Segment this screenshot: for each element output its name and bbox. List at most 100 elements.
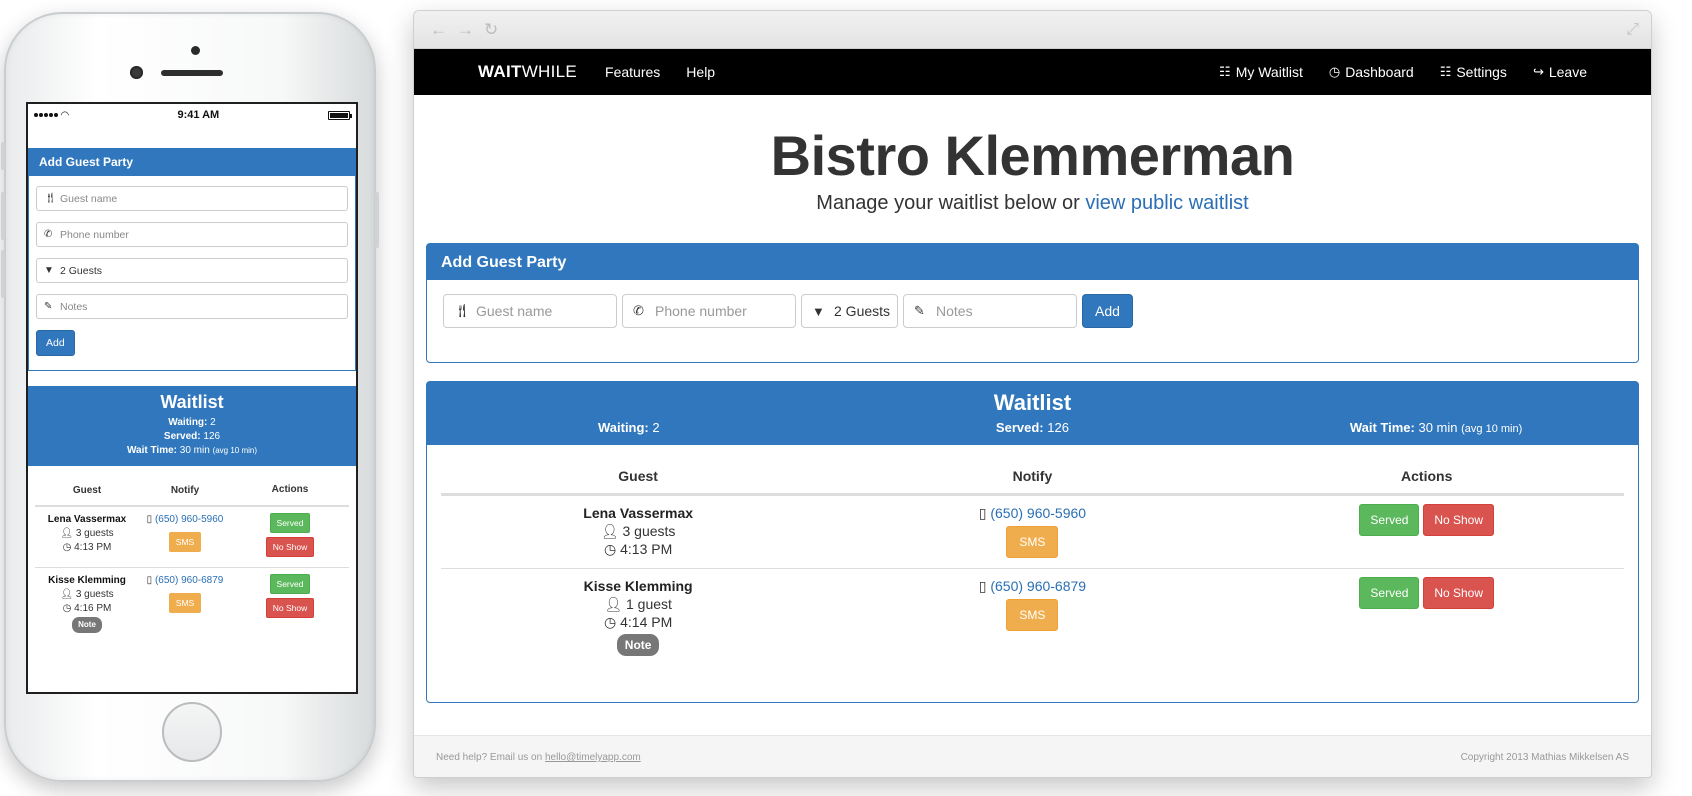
reload-icon[interactable]: ↻ <box>484 20 498 40</box>
no-show-button[interactable]: No Show <box>1423 577 1495 609</box>
phone-mute-switch <box>1 142 5 170</box>
notes-input[interactable]: ✎ Notes <box>903 294 1077 328</box>
notes-placeholder: Notes <box>936 303 973 319</box>
guest-name-placeholder: Guest name <box>476 303 553 319</box>
phone-link[interactable]: (650) 960-5960 <box>155 514 223 525</box>
nav-my-waitlist-label: My Waitlist <box>1235 64 1303 80</box>
footer-help-text: Need help? Email us on <box>436 752 543 763</box>
caret-down-icon: ▼ <box>44 265 54 276</box>
mobile-divider <box>28 370 356 386</box>
signal-dots-icon <box>34 113 58 117</box>
table-row: Lena Vassermax 👤︎ 3 guests ◷ 4:13 PM ▯ (… <box>441 495 1624 568</box>
forward-arrow-icon[interactable]: → <box>457 20 474 40</box>
clock-icon: ◷ <box>62 542 72 553</box>
guest-name: Kisse Klemming <box>48 575 126 586</box>
stage: ◠ 9:41 AM Add Guest Party 🍴︎ Guest name … <box>0 0 1692 796</box>
phone-device: ◠ 9:41 AM Add Guest Party 🍴︎ Guest name … <box>1 12 379 782</box>
add-guest-panel: Add Guest Party 🍴︎ Guest name ✆ Phone nu… <box>426 243 1639 363</box>
served-button[interactable]: Served <box>269 574 311 594</box>
served-stat: Served: 126 <box>831 420 1235 435</box>
nav-my-waitlist[interactable]: ☷ My Waitlist <box>1219 64 1303 80</box>
nav-leave-label: Leave <box>1548 64 1587 80</box>
brand-rest: WHILE <box>521 62 578 81</box>
nav-leave[interactable]: ↪ Leave <box>1533 64 1587 80</box>
add-button[interactable]: Add <box>1082 294 1133 328</box>
served-button[interactable]: Served <box>1359 577 1420 609</box>
logout-icon: ↪ <box>1532 64 1544 79</box>
add-guest-form: 🍴︎ Guest name ✆ Phone number ▼ 2 Guests … <box>427 280 1638 362</box>
user-icon: 👤︎ <box>604 596 623 612</box>
no-show-button[interactable]: No Show <box>265 598 315 618</box>
sms-button[interactable]: SMS <box>168 593 202 613</box>
no-show-button[interactable]: No Show <box>1423 504 1495 536</box>
mobile-waiting-stat: Waiting: 2 <box>28 416 356 430</box>
mobile-phone-icon: ▯ <box>978 505 987 521</box>
mobile-phone-icon: ▯ <box>146 575 153 586</box>
served-button[interactable]: Served <box>269 513 311 533</box>
mobile-served-label: Served: <box>163 431 201 442</box>
phone-link[interactable]: (650) 960-6879 <box>155 575 223 586</box>
mobile-wait-time-stat: Wait Time: 30 min (avg 10 min) <box>28 444 356 458</box>
back-arrow-icon[interactable]: ← <box>430 20 447 40</box>
mobile-table-header: Guest Notify Actions <box>35 466 349 506</box>
phone-power-button <box>375 192 379 248</box>
phone-number-input[interactable]: ✆ Phone number <box>622 294 796 328</box>
phone-link[interactable]: (650) 960-6879 <box>990 578 1086 594</box>
subtitle-text: Manage your waitlist below or <box>816 192 1080 214</box>
browser-window: ← → ↻ ⤢ WAITWHILE Features Help ☷ My Wait… <box>413 10 1652 778</box>
brand-logo[interactable]: WAITWHILE <box>478 62 577 82</box>
guest-count-text: 3 guests <box>75 589 114 600</box>
mobile-add-button[interactable]: Add <box>36 330 75 356</box>
mobile-phone-placeholder: Phone number <box>60 228 129 241</box>
mobile-notes-input[interactable]: ✎ Notes <box>36 294 348 319</box>
phone-link[interactable]: (650) 960-5960 <box>990 505 1086 521</box>
mobile-wait-time-value: 30 min <box>179 445 210 456</box>
guest-count-text: 1 guest <box>626 596 672 612</box>
signal-indicator: ◠ <box>34 110 69 121</box>
guest-name: Lena Vassermax <box>47 514 127 525</box>
user-icon: 👤︎ <box>60 589 74 600</box>
footer-help: Need help? Email us on hello@timelyapp.c… <box>436 752 641 763</box>
expand-icon[interactable]: ⤢ <box>1626 21 1639 39</box>
list-icon: ☷ <box>1219 64 1231 79</box>
notify-cell: ▯ (650) 960-6879 SMS <box>835 577 1229 656</box>
note-badge[interactable]: Note <box>72 617 102 633</box>
nav-help[interactable]: Help <box>686 64 715 80</box>
mobile-waitlist-title: Waitlist <box>160 392 224 412</box>
browser-nav-controls: ← → ↻ <box>430 20 498 40</box>
mobile-phone-input[interactable]: ✆ Phone number <box>36 222 348 247</box>
mobile-waiting-value: 2 <box>210 417 216 428</box>
waiting-label: Waiting: <box>597 420 649 435</box>
mobile-party-size-value: 2 Guests <box>60 264 103 277</box>
guest-count: 👤︎ 3 guests <box>35 527 139 541</box>
nav-features[interactable]: Features <box>605 64 660 80</box>
note-badge[interactable]: Note <box>616 634 660 656</box>
sms-button[interactable]: SMS <box>168 532 202 552</box>
mobile-notes-placeholder: Notes <box>60 300 88 313</box>
mobile-party-size-select[interactable]: ▼ 2 Guests <box>36 258 348 283</box>
party-size-select[interactable]: ▼ 2 Guests <box>801 294 898 328</box>
phone-number-placeholder: Phone number <box>655 303 747 319</box>
nav-dashboard[interactable]: ◷ Dashboard <box>1329 64 1414 80</box>
nav-settings[interactable]: ☷ Settings <box>1440 64 1507 80</box>
served-value: 126 <box>1047 420 1069 435</box>
waitlist-panel: Waitlist Waiting: 2 Served: 126 Wait Tim… <box>426 381 1639 703</box>
no-show-button[interactable]: No Show <box>265 537 315 557</box>
phone-speaker <box>161 70 223 76</box>
mobile-guest-cell: Lena Vassermax 👤︎ 3 guests ◷ 4:13 PM <box>35 513 139 561</box>
guest-name-input[interactable]: 🍴︎ Guest name <box>443 294 617 328</box>
mobile-served-stat: Served: 126 <box>28 430 356 444</box>
sms-button[interactable]: SMS <box>1006 526 1059 558</box>
pencil-icon: ✎ <box>914 303 925 318</box>
sms-button[interactable]: SMS <box>1006 599 1059 631</box>
served-button[interactable]: Served <box>1359 504 1420 536</box>
guest-count: 👤︎ 1 guest <box>441 595 835 613</box>
mobile-served-value: 126 <box>203 431 221 442</box>
phone-home-button[interactable] <box>162 702 222 762</box>
mobile-guest-name-input[interactable]: 🍴︎ Guest name <box>36 186 348 211</box>
actions-cell: Served No Show <box>1230 504 1624 558</box>
public-waitlist-link[interactable]: view public waitlist <box>1085 192 1248 214</box>
waitlist-table: Guest Notify Actions Lena Vassermax 👤︎ 3… <box>427 445 1638 702</box>
dashboard-icon: ◷ <box>1328 64 1341 79</box>
footer-email-link[interactable]: hello@timelyapp.com <box>545 752 641 763</box>
